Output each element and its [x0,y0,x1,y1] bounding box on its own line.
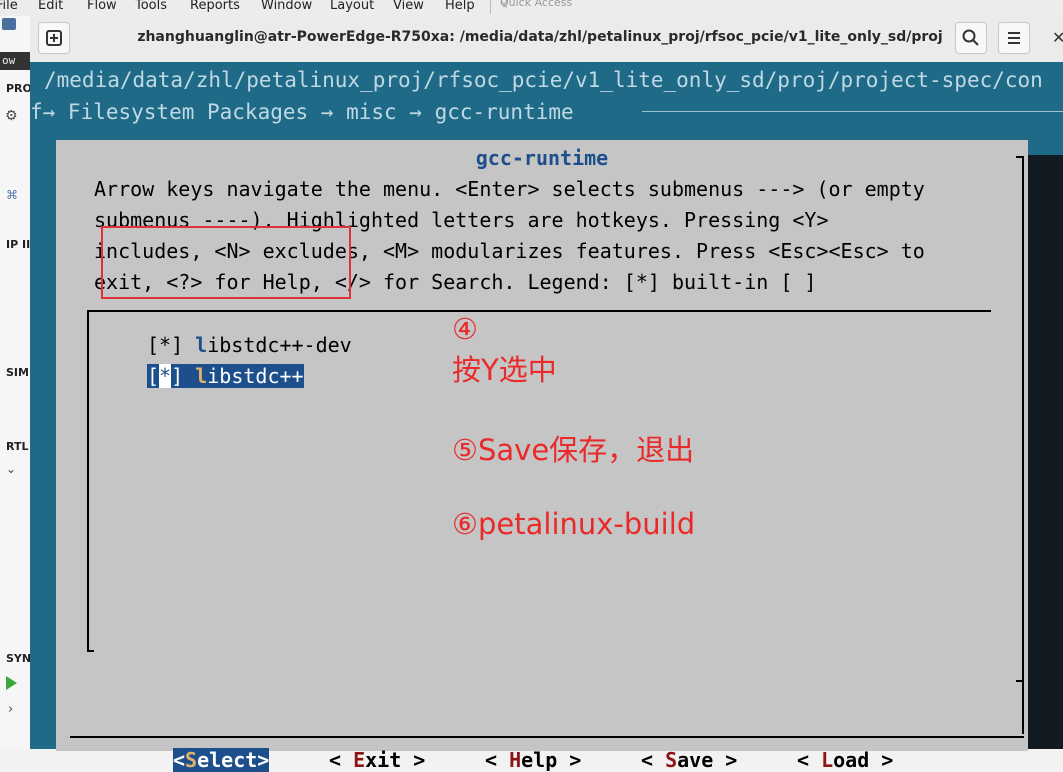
ide-toolbar-icon[interactable] [2,18,16,30]
option-libstdcxx[interactable]: [*] libstdc++ [147,364,304,388]
dialog-title: gcc-runtime [475,146,609,170]
menu-button[interactable] [998,22,1030,54]
button-bracket: < [797,748,822,772]
dialog-border-right [1022,156,1024,734]
list-border-left [87,310,89,652]
new-tab-button[interactable] [38,22,70,54]
button-label: elect> [197,748,270,772]
option-hotkey: l [195,364,208,388]
chevron-down-icon[interactable]: ⌄ [6,462,16,476]
menu-reports[interactable]: Reports [190,0,240,13]
menu-view[interactable]: View [393,0,424,13]
option-checkbox-close: ] [171,364,184,388]
menu-file[interactable]: File [0,0,18,13]
button-bracket: < [173,748,186,772]
dialog-border-bottom [70,736,1024,738]
dialog-border-corner [1016,680,1024,682]
button-label: ave > [677,748,738,772]
terminal-shadow [1028,155,1063,749]
search-button[interactable] [955,22,987,54]
synthesis-label[interactable]: SYN [6,652,30,665]
list-border-top [87,310,991,312]
menu-window[interactable]: Window [261,0,312,13]
menu-flow[interactable]: Flow [87,0,117,13]
ip-integrator-icon[interactable]: ⌘ [6,188,18,202]
annotation-step4: 按Y选中 [452,353,557,387]
option-label: ibstdc++-dev [207,333,352,357]
rtl-analysis-label[interactable]: RTL [6,440,29,453]
button-label: oad > [833,748,894,772]
list-border-corner [87,650,94,652]
button-bracket: < [485,748,510,772]
option-cursor[interactable]: * [159,364,172,388]
project-manager-label[interactable]: PRO [6,82,30,95]
gear-icon[interactable]: ⚙ [5,108,18,124]
help-button[interactable]: < Help > [485,748,581,772]
highlight-box [101,226,351,299]
flow-navigator-tab[interactable]: ow [0,52,30,70]
quick-access-placeholder: Quick Access [500,0,573,9]
option-checkbox[interactable]: [*] [147,333,183,357]
help-text-line: Arrow keys navigate the menu. <Enter> se… [94,177,925,201]
option-hotkey: l [195,333,208,357]
menu-tools[interactable]: Tools [135,0,167,13]
select-button[interactable]: <Select> [173,748,270,772]
plus-square-icon [46,30,62,46]
button-label: elp > [521,748,582,772]
search-icon [962,29,979,46]
ip-integrator-label[interactable]: IP II [6,238,30,251]
menu-edit[interactable]: Edit [38,0,63,13]
button-hotkey: L [821,748,834,772]
terminal-title: zhanghuanglin@atr-PowerEdge-R750xa: /med… [137,29,943,45]
button-bracket: < [329,748,354,772]
load-button[interactable]: < Load > [797,748,893,772]
exit-button[interactable]: < Exit > [329,748,425,772]
terminal-titlebar: zhanghuanglin@atr-PowerEdge-R750xa: /med… [30,16,1063,63]
simulation-label[interactable]: SIMU [6,366,30,379]
config-path: /media/data/zhl/petalinux_proj/rfsoc_pci… [44,68,1043,92]
ide-menubar: File Edit Flow Tools Reports Window Layo… [0,0,1063,16]
ide-flow-navigator: ow PRO ⚙ ⌘ IP II SIMU RTL ⌄ SYN › [0,16,30,749]
menu-help[interactable]: Help [445,0,475,13]
hamburger-icon [1008,32,1020,44]
option-checkbox-open: [ [147,364,160,388]
save-button[interactable]: < Save > [641,748,737,772]
button-bracket: < [641,748,666,772]
option-label: ibstdc++ [207,364,304,388]
button-hotkey: S [665,748,678,772]
menu-separator [490,0,491,14]
breadcrumb: f→ Filesystem Packages → misc → gcc-runt… [30,100,574,124]
button-label: xit > [365,748,426,772]
run-icon[interactable] [6,676,17,690]
button-hotkey: H [509,748,522,772]
button-hotkey: S [185,748,198,772]
chevron-right-icon[interactable]: › [8,702,13,717]
annotation-step4-number: ④ [452,312,478,346]
option-libstdcxx-dev[interactable]: [*] libstdc++-dev [147,333,352,357]
annotation-step5: ⑤Save保存，退出 [452,433,695,467]
menu-layout[interactable]: Layout [330,0,374,13]
annotation-step6: ⑥petalinux-build [452,507,696,541]
breadcrumb-rule [642,111,1063,112]
close-icon[interactable]: ✕ [1052,28,1063,47]
button-hotkey: E [353,748,366,772]
terminal-content[interactable]: /media/data/zhl/petalinux_proj/rfsoc_pci… [30,62,1063,772]
